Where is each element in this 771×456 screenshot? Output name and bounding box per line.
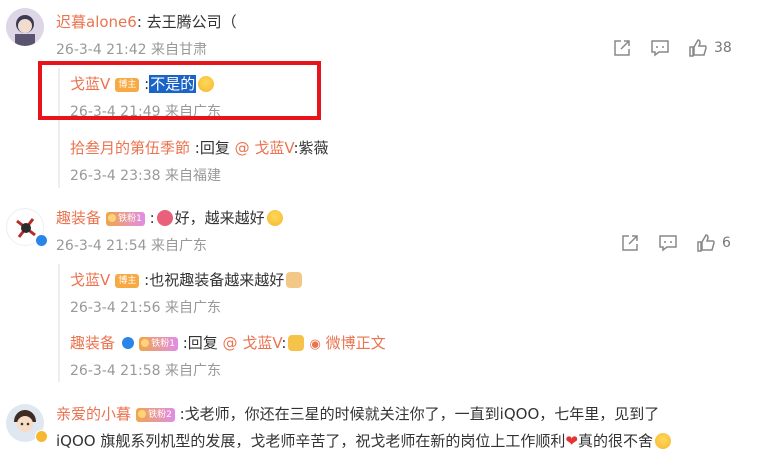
comment-text: 好，越来越好: [174, 209, 265, 227]
separator: :: [139, 271, 150, 289]
comment-text-end: 真的很不舍: [577, 432, 653, 450]
verified-icon: [35, 430, 48, 443]
reply-username[interactable]: 拾叁月的第伍季節: [70, 139, 190, 157]
reply-line: 戈蓝V 博主 :也祝趣装备越来越好: [70, 269, 303, 290]
thumbs-up-emoji-icon: [288, 335, 305, 351]
reply-text: 也祝趣装备越来越好: [149, 271, 285, 289]
fan-badge: 铁粉1: [139, 337, 178, 351]
like-icon: [697, 234, 715, 252]
comment-button[interactable]: [650, 38, 670, 58]
share-button[interactable]: [612, 38, 632, 58]
comment-time: 26-3-4 21:42 来自甘肃: [56, 42, 207, 58]
like-icon: [689, 39, 707, 57]
separator: :: [190, 139, 200, 157]
mention-link[interactable]: @ 戈蓝V: [223, 334, 282, 352]
separator: :: [136, 13, 147, 31]
reply-thread-line: [58, 264, 60, 382]
username[interactable]: 亲爱的小暮: [56, 405, 131, 423]
avatar[interactable]: [6, 8, 44, 46]
username[interactable]: 迟暮alone6: [56, 13, 137, 31]
comment-line: 趣装备 铁粉1 : 好，越来越好: [56, 207, 283, 228]
reply-line: 趣装备 铁粉1 :回复 @ 戈蓝V: ◉ 微博正文: [70, 332, 386, 353]
username[interactable]: 趣装备: [56, 209, 101, 227]
share-icon: [622, 235, 638, 251]
link-text[interactable]: 微博正文: [326, 334, 386, 352]
reply-time: 26-3-4 21:56 来自广东: [70, 300, 221, 316]
reply-line: 拾叁月的第伍季節 :回复 @ 戈蓝V:紫薇: [70, 137, 329, 158]
like-count: 6: [722, 235, 731, 251]
reply-prefix: 回复: [199, 139, 235, 157]
link-icon: ◉: [309, 337, 321, 352]
reply-time: 26-3-4 21:58 来自广东: [70, 363, 221, 379]
reply-time: 26-3-4 23:38 来自福建: [70, 168, 221, 184]
comment-button[interactable]: [658, 233, 678, 253]
reply-username[interactable]: 戈蓝V: [70, 271, 110, 289]
separator: :: [174, 405, 185, 423]
comment-icon: [659, 235, 677, 252]
comment-text-continued: iQOO 旗舰系列机型的发展，戈老师辛苦了，祝戈老师在新的岗位上工作顺利: [56, 432, 566, 450]
pray-emoji-icon: [286, 272, 303, 288]
comment-line: 迟暮alone6: 去王腾公司（: [56, 11, 237, 32]
comment-text: 戈老师，你还在三星的时候就关注你了，一直到iQOO，七年里，见到了: [184, 405, 660, 423]
reply-text: :紫薇: [293, 139, 329, 157]
share-icon: [614, 40, 630, 56]
reply-username[interactable]: 趣装备: [70, 334, 115, 352]
verified-icon: [35, 234, 48, 247]
like-button[interactable]: 38: [688, 38, 732, 58]
blogger-badge: 博主: [115, 274, 140, 288]
like-button[interactable]: 6: [696, 233, 731, 253]
separator: :: [144, 209, 155, 227]
comment-line-2: iQOO 旗舰系列机型的发展，戈老师辛苦了，祝戈老师在新的岗位上工作顺利❤真的很…: [56, 430, 671, 451]
fan-badge: 铁粉1: [106, 212, 145, 226]
comment-line: 亲爱的小暮 铁粉2 :戈老师，你还在三星的时候就关注你了，一直到iQOO，七年里…: [56, 403, 659, 424]
comment-icon: [651, 40, 669, 57]
reply-text: :: [281, 334, 287, 352]
comment-text: 去王腾公司（: [146, 13, 237, 31]
crying-emoji-icon: [654, 433, 671, 449]
share-button[interactable]: [620, 233, 640, 253]
verified-icon: [122, 337, 135, 349]
comment-time: 26-3-4 21:54 来自广东: [56, 238, 207, 254]
mention-link[interactable]: @ 戈蓝V: [235, 139, 294, 157]
fan-badge: 铁粉2: [136, 408, 175, 422]
bless-emoji-icon: [156, 210, 173, 226]
surprised-emoji-icon: [266, 210, 283, 226]
weibo-link[interactable]: ◉ 微博正文: [310, 334, 386, 352]
highlight-box: [38, 61, 321, 120]
reply-prefix: 回复: [187, 334, 223, 352]
separator: :: [177, 334, 188, 352]
heart-icon: ❤: [565, 432, 578, 450]
like-count: 38: [714, 40, 732, 56]
